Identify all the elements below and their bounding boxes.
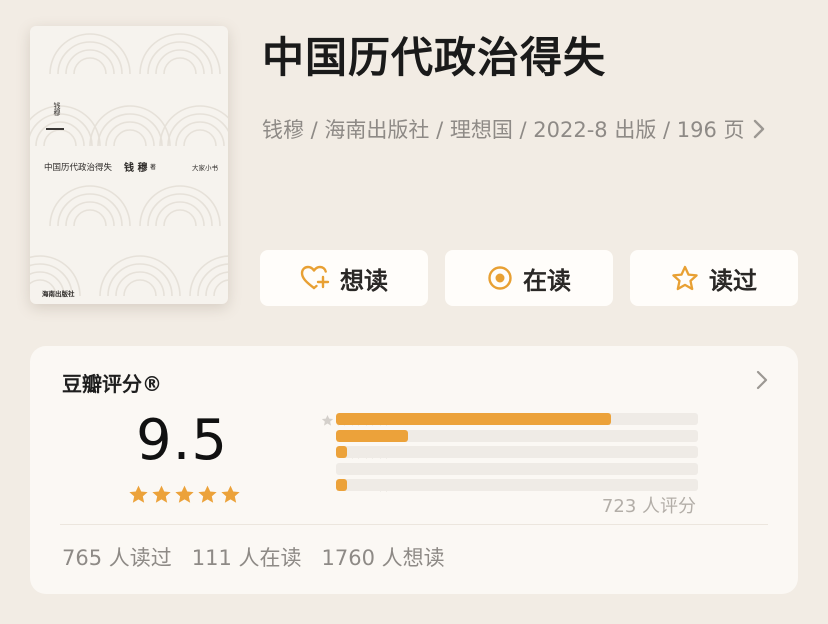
target-circle-icon [487,265,513,291]
star-icon [321,414,334,426]
reading-count[interactable]: 111 人在读 [192,542,302,572]
read-count[interactable]: 765 人读过 [62,542,172,572]
book-meta[interactable]: 钱穆 / 海南出版社 / 理想国 / 2022-8 出版 / 196 页 [262,114,765,144]
star-outline-icon [671,265,699,292]
chevron-right-icon [753,119,765,139]
cover-publisher-mark: 海南出版社 [42,290,75,298]
rating-bar-fill [336,479,347,491]
have-read-button[interactable]: 读过 [630,250,798,306]
star-icon [175,485,194,503]
rating-count: 723 人评分 [601,496,696,517]
cover-author-suffix: 著 [150,164,157,171]
rating-stars [128,484,241,505]
rating-score: 9.5 [136,408,229,473]
cover-title: 中国历代政治得失 [44,163,113,173]
rating-bar-1 [336,479,698,491]
rating-bar-2 [336,462,698,475]
rating-bar-4 [336,429,698,442]
star-icon [152,485,171,503]
rating-bar-fill [336,446,347,458]
want-to-read-label: 想读 [340,266,388,295]
rating-distribution [336,413,698,496]
cover-rule [46,128,64,130]
have-read-label: 读过 [709,266,757,295]
cover-series: 大家小书 [192,164,218,172]
rating-card-title: 豆瓣评分® [62,372,162,396]
rating-bar-5 [336,413,698,425]
book-meta-text: 钱穆 / 海南出版社 / 理想国 / 2022-8 出版 / 196 页 [262,118,745,142]
star-icon [129,485,148,503]
reading-label: 在读 [523,266,571,295]
book-cover[interactable]: 钱穆 中国历代政治得失 钱 穆 著 大家小书 海南出版社 [30,26,228,304]
divider [60,524,768,525]
cover-author: 钱 穆 [124,163,148,174]
star-icon [198,485,217,503]
heart-plus-icon [300,265,330,291]
want-to-read-button[interactable]: 想读 [260,250,428,306]
rating-card[interactable]: 豆瓣评分® 9.5 723 人评分 765 人读过 111 人在读 1760 人… [30,346,798,594]
book-title: 中国历代政治得失 [262,33,607,82]
rating-bar-fill [336,413,612,425]
reading-button[interactable]: 在读 [445,250,613,306]
cover-vertical-text: 钱穆 [53,102,61,116]
rating-bar-fill [336,429,409,442]
rating-bar-3 [336,446,698,458]
want-count[interactable]: 1760 人想读 [322,542,445,572]
reader-stats: 765 人读过 111 人在读 1760 人想读 [62,542,445,572]
chevron-right-icon[interactable] [756,370,768,394]
star-icon [221,485,240,503]
